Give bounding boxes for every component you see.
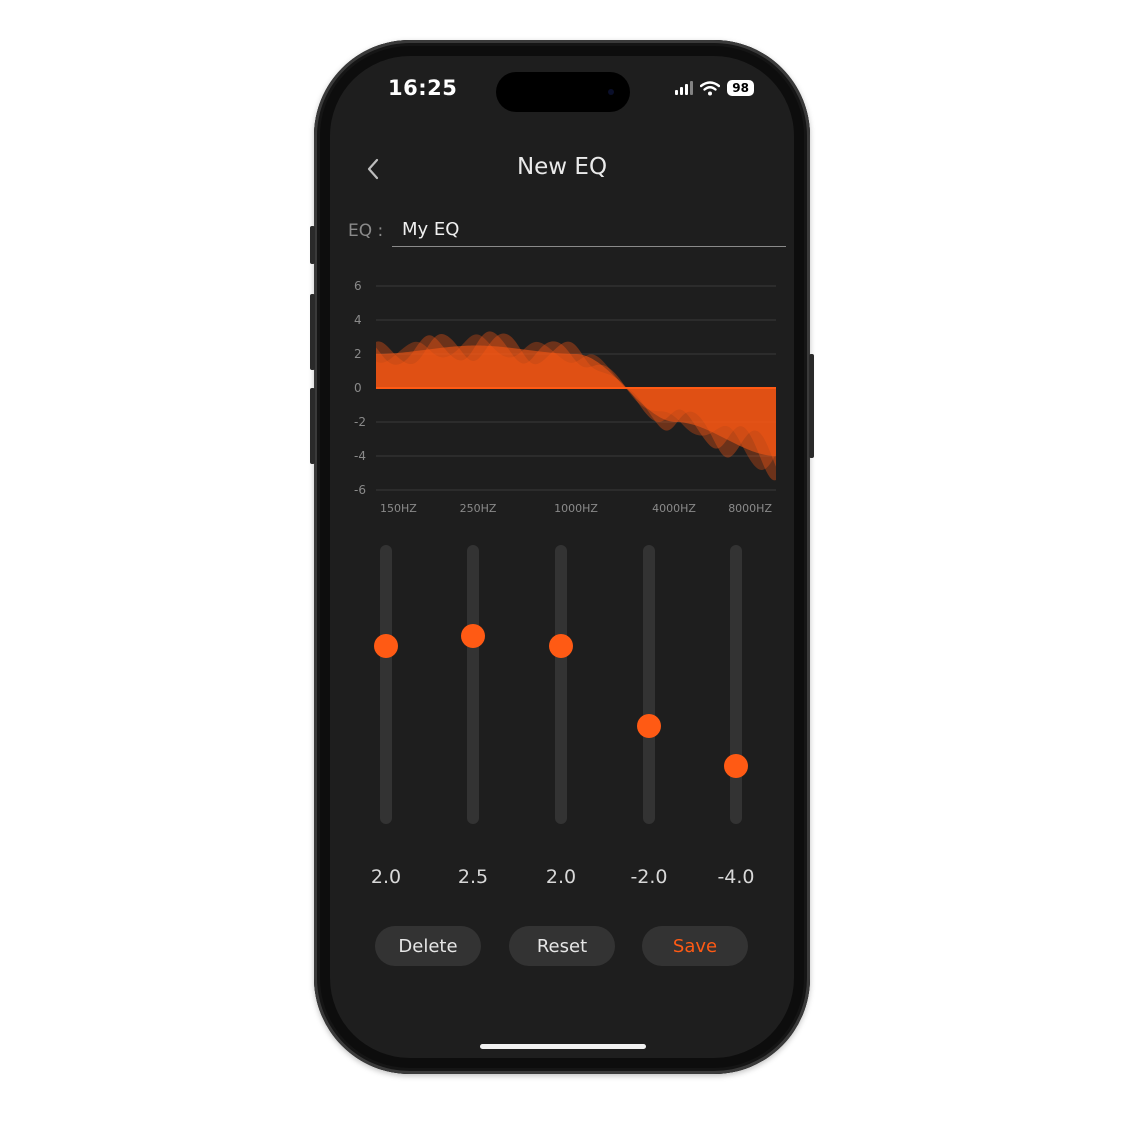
band-value-label: 2.5 (457, 866, 489, 888)
band-slider-knob[interactable] (374, 634, 398, 658)
band-value-label: 2.0 (545, 866, 577, 888)
battery-icon: 98 (727, 80, 754, 96)
x-tick-label: 4000HZ (652, 502, 696, 515)
band-value-label: -4.0 (717, 866, 755, 888)
app-screen: 16:25 98 New EQ EQ : 6 4 2 0 -2 -4 -6 150HZ 250H… (330, 56, 794, 1058)
eq-name-label: EQ : (348, 221, 384, 241)
x-tick-label: 150HZ (380, 502, 417, 515)
y-tick-label: 6 (354, 279, 362, 293)
volume-down-button (310, 388, 315, 464)
x-tick-label: 8000HZ (728, 502, 772, 515)
y-tick-label: 4 (354, 313, 362, 327)
phone-frame: 16:25 98 New EQ EQ : 6 4 2 0 -2 -4 -6 150HZ 250H… (310, 40, 814, 1074)
band-slider-track[interactable] (555, 545, 567, 824)
band-value-label: -2.0 (630, 866, 668, 888)
status-icons: 98 (675, 80, 754, 96)
band-slider-track[interactable] (467, 545, 479, 824)
band-slider-knob[interactable] (724, 754, 748, 778)
band-slider-track[interactable] (380, 545, 392, 824)
wifi-icon (700, 80, 721, 95)
action-button (310, 226, 315, 264)
y-tick-label: -4 (354, 449, 366, 463)
save-button[interactable]: Save (642, 926, 748, 966)
y-tick-label: -6 (354, 483, 366, 497)
x-tick-label: 1000HZ (554, 502, 598, 515)
band-slider-knob[interactable] (637, 714, 661, 738)
y-tick-label: 2 (354, 347, 362, 361)
home-indicator[interactable] (480, 1044, 646, 1049)
reset-button[interactable]: Reset (509, 926, 615, 966)
y-tick-label: -2 (354, 415, 366, 429)
y-tick-label: 0 (354, 381, 362, 395)
band-slider-track[interactable] (730, 545, 742, 824)
page-title: New EQ (516, 154, 608, 180)
band-slider-knob[interactable] (549, 634, 573, 658)
band-slider-knob[interactable] (461, 624, 485, 648)
band-value-label: 2.0 (370, 866, 402, 888)
band-slider-track[interactable] (643, 545, 655, 824)
status-time: 16:25 (388, 76, 458, 100)
x-tick-label: 250HZ (460, 502, 497, 515)
power-button (809, 354, 814, 458)
eq-name-input[interactable] (392, 212, 786, 247)
dynamic-island (496, 72, 630, 112)
volume-up-button (310, 294, 315, 370)
cellular-signal-icon (675, 81, 694, 95)
camera-icon (608, 89, 614, 95)
eq-curve-chart: 6 4 2 0 -2 -4 -6 150HZ 250HZ 1000HZ 4000HZ 8000HZ (354, 279, 776, 515)
delete-button[interactable]: Delete (375, 926, 481, 966)
